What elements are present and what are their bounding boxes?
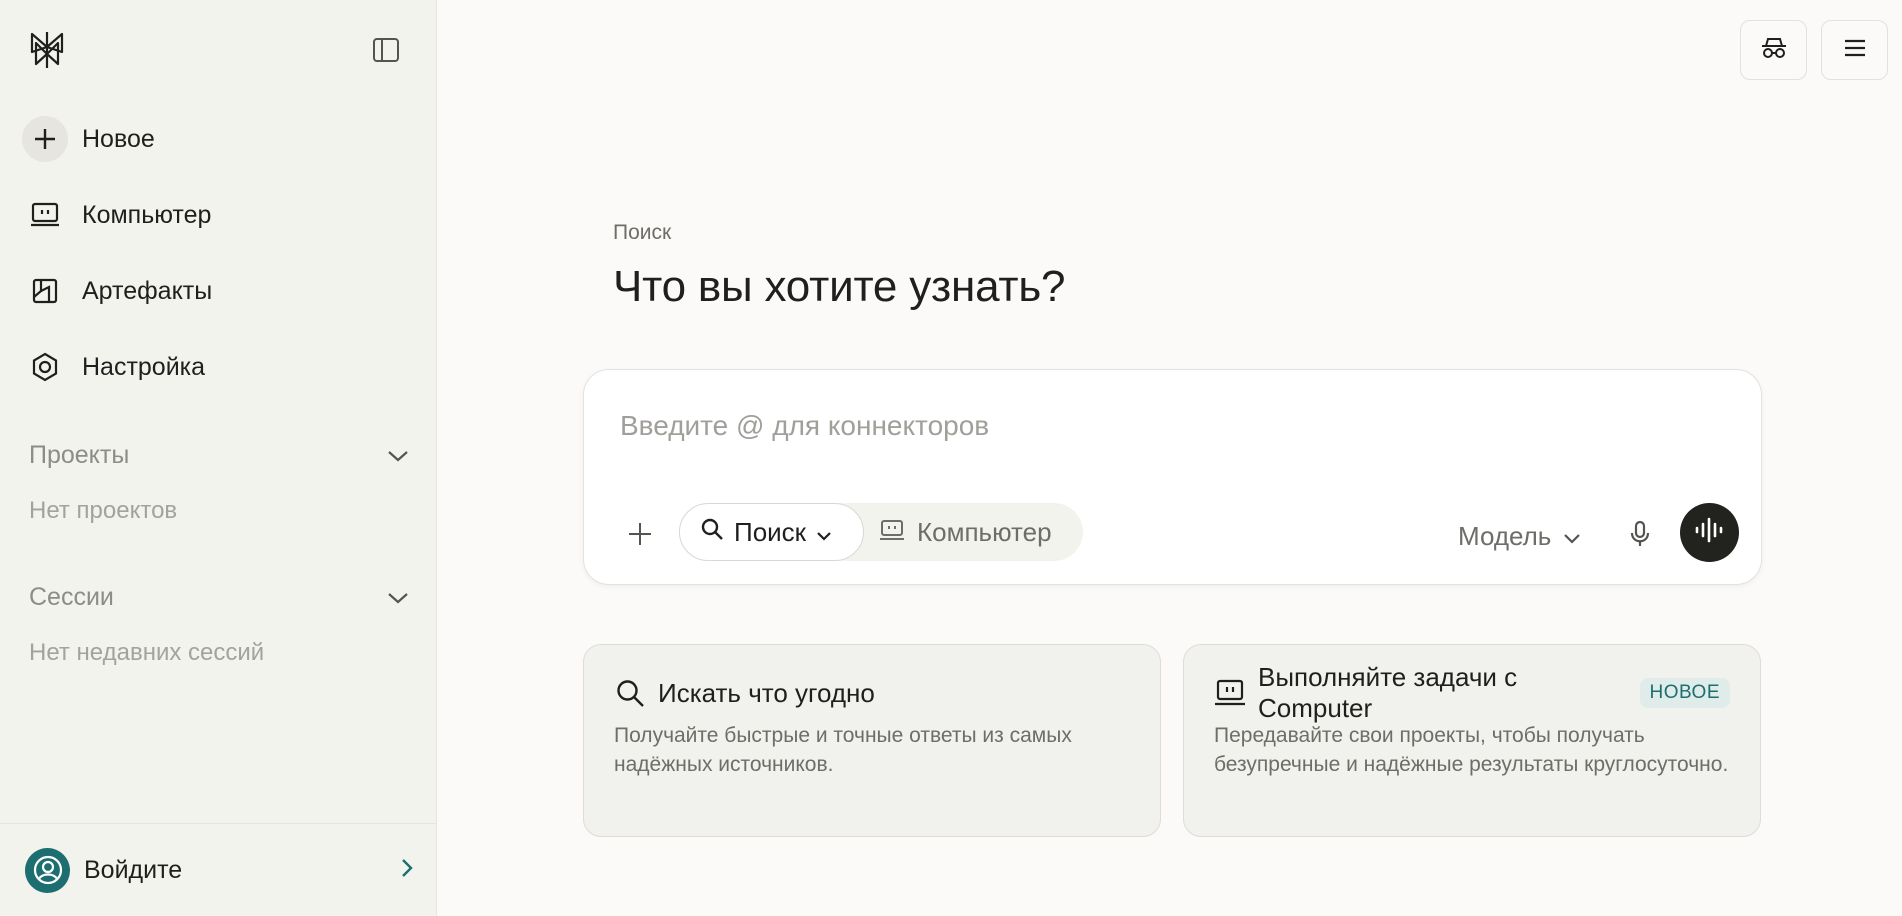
computer-icon <box>879 517 905 548</box>
sidebar: Новое Компьютер Артефакты Настройка Прое… <box>0 0 437 916</box>
sessions-title: Сессии <box>29 582 114 611</box>
card-description: Получайте быстрые и точные ответы из сам… <box>614 724 1072 776</box>
sidebar-item-artifacts[interactable]: Артефакты <box>24 267 414 315</box>
waveform-icon <box>1694 517 1726 548</box>
query-input[interactable] <box>620 406 1720 446</box>
artifacts-icon <box>22 268 68 314</box>
incognito-icon <box>1760 37 1788 64</box>
sessions-section-toggle[interactable]: Сессии <box>29 577 409 617</box>
card-title: Выполняйте задачи с Computer <box>1258 662 1630 724</box>
mode-search-label: Поиск <box>734 516 807 547</box>
voice-mode-button[interactable] <box>1680 503 1739 562</box>
sidebar-item-settings[interactable]: Настройка <box>24 343 414 391</box>
model-select[interactable]: Модель <box>1458 516 1581 556</box>
chevron-down-icon <box>387 583 409 612</box>
new-badge: НОВОЕ <box>1639 678 1730 708</box>
card-title-brand: Computer <box>1258 693 1373 723</box>
menu-button[interactable] <box>1821 20 1888 80</box>
computer-tasks-card[interactable]: Выполняйте задачи с Computer НОВОЕ Перед… <box>1183 644 1761 837</box>
mode-search-button[interactable]: Поиск <box>679 503 864 561</box>
settings-icon <box>22 344 68 390</box>
composer: Поиск Компьютер Модель <box>583 369 1762 585</box>
computer-icon <box>22 192 68 238</box>
sidebar-item-label: Артефакты <box>82 276 213 305</box>
projects-empty: Нет проектов <box>29 497 178 524</box>
login-button[interactable]: Войдите <box>0 823 437 916</box>
mode-computer-button[interactable]: Компьютер <box>879 503 1052 561</box>
avatar <box>25 847 70 893</box>
mode-toggle: Поиск Компьютер <box>679 503 1083 561</box>
page-title: Что вы хотите узнать? <box>613 262 1066 311</box>
sidebar-toggle-icon[interactable] <box>370 34 402 66</box>
plus-icon <box>22 116 68 162</box>
incognito-button[interactable] <box>1740 20 1807 80</box>
sidebar-item-label: Компьютер <box>82 200 212 229</box>
logo-icon[interactable] <box>28 30 66 70</box>
card-title: Искать что угодно <box>658 677 875 708</box>
sidebar-item-label: Новое <box>82 124 155 153</box>
attach-button[interactable] <box>620 516 660 556</box>
computer-icon <box>1214 677 1246 709</box>
search-anything-card[interactable]: Искать что угодно Получайте быстрые и то… <box>583 644 1161 837</box>
breadcrumb: Поиск <box>613 221 672 244</box>
chevron-down-icon <box>816 517 832 548</box>
sessions-empty: Нет недавних сессий <box>29 639 265 666</box>
model-label: Модель <box>1458 520 1552 551</box>
login-label: Войдите <box>84 855 183 884</box>
sidebar-item-computer[interactable]: Компьютер <box>24 191 414 239</box>
mic-button[interactable] <box>1620 516 1660 556</box>
microphone-icon <box>1629 520 1651 553</box>
chevron-right-icon <box>401 858 413 883</box>
card-title-text: Выполняйте задачи с <box>1258 662 1518 692</box>
projects-title: Проекты <box>29 440 130 469</box>
plus-icon <box>627 521 653 552</box>
chevron-down-icon <box>1563 521 1581 552</box>
sidebar-item-new[interactable]: Новое <box>22 115 414 163</box>
search-icon <box>700 517 724 548</box>
projects-section-toggle[interactable]: Проекты <box>29 435 409 475</box>
sidebar-item-label: Настройка <box>82 352 206 381</box>
hamburger-icon <box>1843 38 1867 63</box>
chevron-down-icon <box>387 441 409 470</box>
card-description: Передавайте свои проекты, чтобы получать… <box>1214 724 1729 776</box>
mode-computer-label: Компьютер <box>917 516 1052 547</box>
search-icon <box>614 677 646 709</box>
